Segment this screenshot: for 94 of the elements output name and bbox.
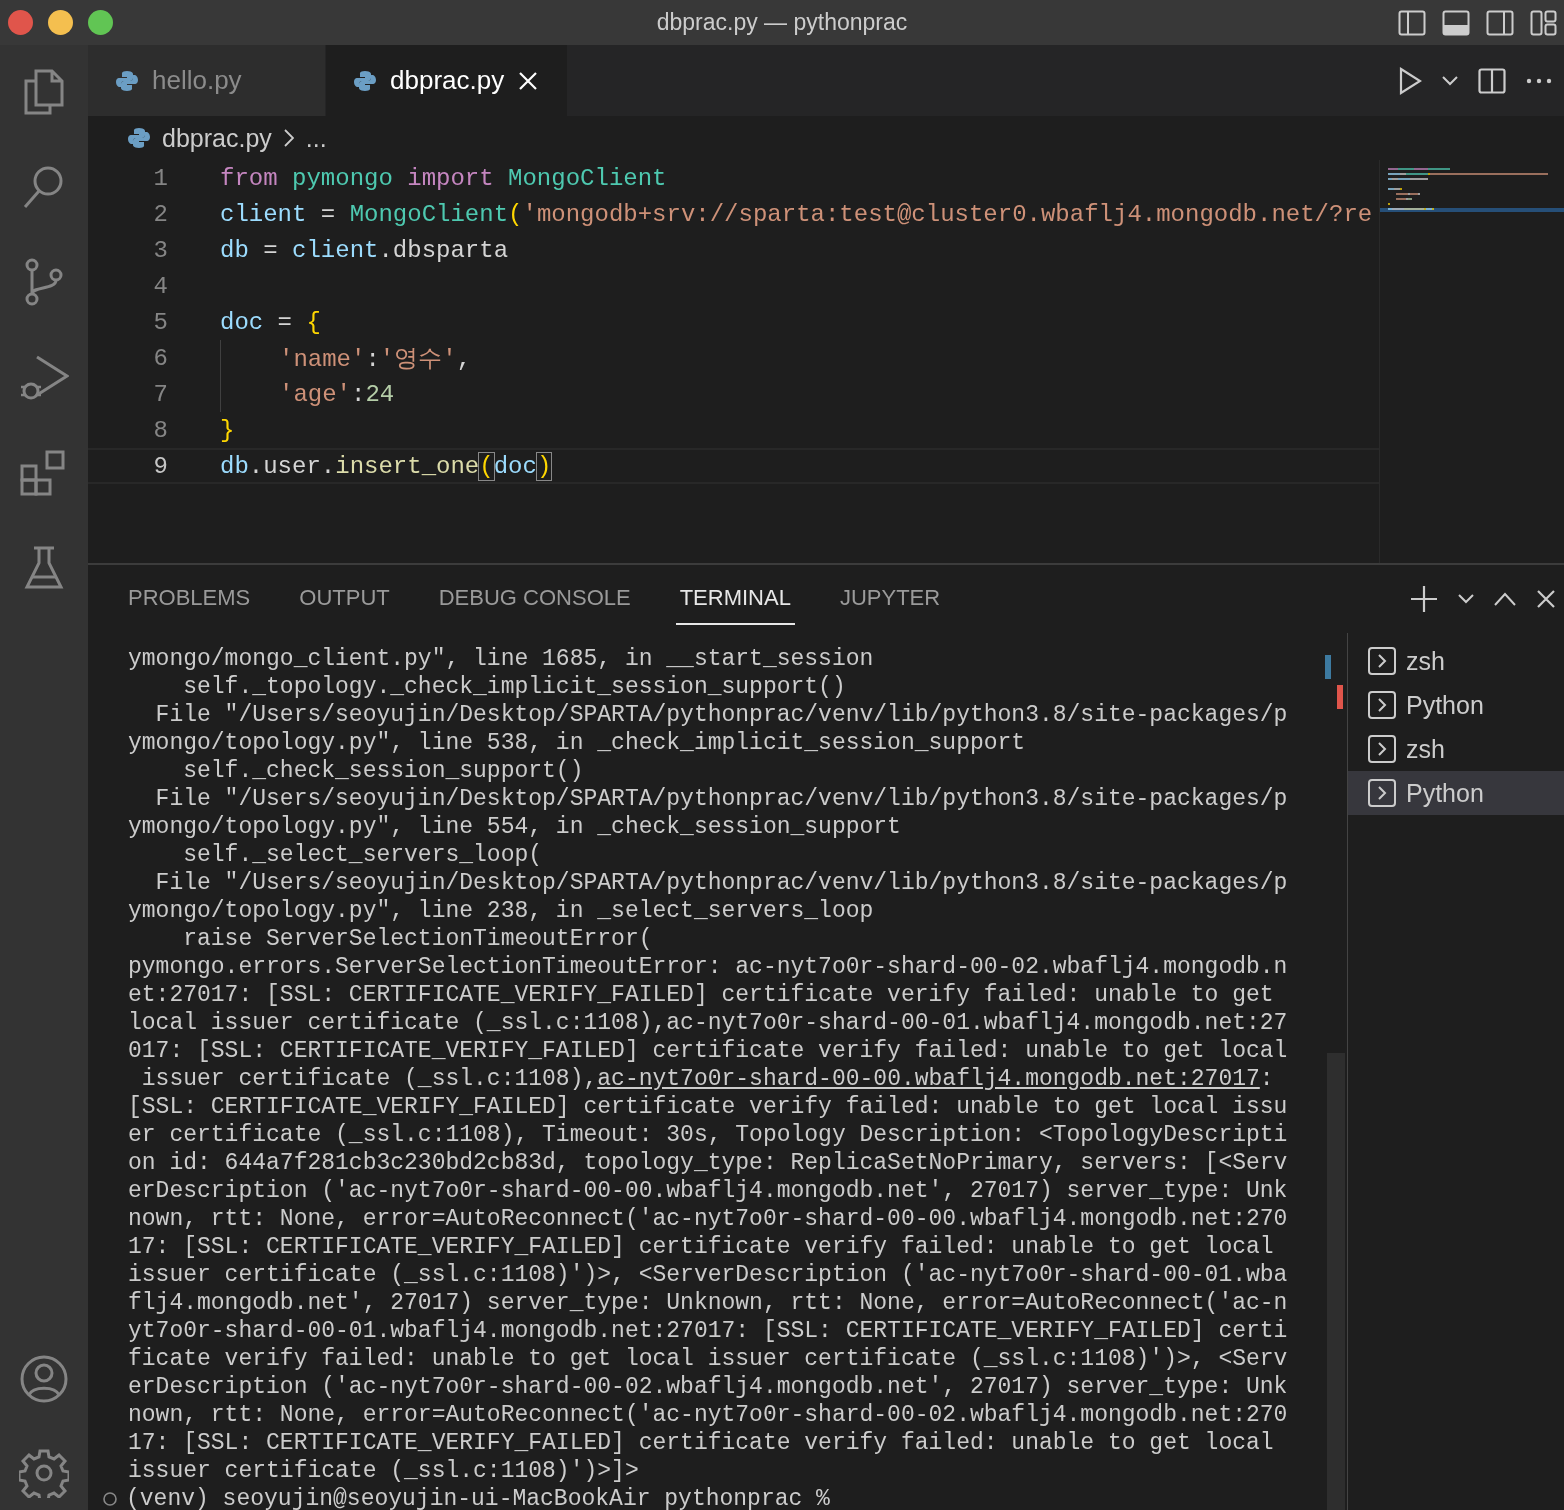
code-line: db = client.dbsparta [220,236,509,264]
secondary-sidebar-layout-icon[interactable] [1486,9,1514,36]
terminal-text: ymongo/topology.py", line 538, in _check_implicit_session_support [128,730,1026,756]
line-number: 7 [152,380,168,408]
close-window-icon[interactable] [8,10,33,35]
terminal-text: yt7o0r-shard-00-01.wbaflj4.mongodb.net:27017: [SSL: CERTIFICATE_VERIFY_FAILED] certi [128,1318,1288,1344]
flask-icon[interactable] [24,545,64,591]
panel-layout-icon[interactable] [1442,9,1470,36]
python-file-icon [116,69,138,92]
code-line: 'age':24 [279,380,395,408]
terminal-icon [1368,691,1396,719]
split-editor-icon[interactable] [1478,67,1506,94]
window-title: dbprac.py — pythonprac [656,9,908,36]
terminal-text: ymongo/mongo_client.py", line 1685, in __start_session [128,646,874,672]
terminal-text: pymongo.errors.ServerSelectionTimeoutError: ac-nyt7o0r-shard-00-02.wbaflj4.mongodb.n [128,954,1288,980]
terminal-icon [1368,779,1396,807]
terminal-link[interactable]: ac-nyt7o0r-shard-00-00.wbaflj4.mongodb.net:27017 [597,1066,1260,1092]
terminal-text: issuer certificate (_ssl.c:1108)')>]> [128,1458,639,1484]
terminal-text: et:27017: [SSL: CERTIFICATE_VERIFY_FAILED] certificate verify failed: unable to get [128,982,1274,1008]
python-file-icon [354,69,376,92]
chevron-down-icon[interactable] [1442,75,1458,86]
files-icon[interactable] [22,67,66,117]
terminal-text: [SSL: CERTIFICATE_VERIFY_FAILED] certificate verify failed: unable to get local issu [128,1094,1288,1120]
terminal-text: local issuer certificate (_ssl.c:1108),ac-nyt7o0r-shard-00-01.wbaflj4.mongodb.net:27 [128,1010,1288,1036]
terminal-text: flj4.mongodb.net', 27017) server_type: Unknown, rtt: None, error=AutoReconnect('ac-n [128,1290,1288,1316]
terminal-text: er certificate (_ssl.c:1108), Timeout: 30s, Topology Description: <TopologyDescripti [128,1122,1288,1148]
minimize-window-icon[interactable] [48,10,73,35]
close-icon[interactable] [1536,589,1556,609]
breadcrumb-item[interactable]: dbprac.py [162,123,272,153]
scrollbar-marker [1325,655,1331,679]
editor-tab[interactable]: dbprac.py [326,45,568,116]
panel-tab[interactable]: TERMINAL [675,573,795,625]
terminal-text: ymongo/topology.py", line 554, in _check_session_support [128,814,901,840]
scrollbar-marker [1337,685,1343,709]
code-line: 'name':'영수', [279,345,472,374]
editor-tab[interactable]: hello.py [88,45,326,116]
code-line: client = MongoClient('mongodb+srv://sparta:test@cluster0.wbaflj4.mongodb.net/?re [220,200,1373,228]
run-icon[interactable] [1398,66,1422,95]
line-number: 1 [152,164,168,192]
more-icon[interactable] [1526,77,1552,84]
line-number: 8 [152,416,168,444]
terminal-icon [1368,735,1396,763]
line-number: 2 [152,200,168,228]
terminal-text: File "/Users/seoyujin/Desktop/SPARTA/pythonprac/venv/lib/python3.8/site-packages/p [154,786,1288,812]
terminal-text: 017: [SSL: CERTIFICATE_VERIFY_FAILED] certificate verify failed: unable to get local [128,1038,1288,1064]
line-number: 3 [152,236,168,264]
settings-icon[interactable] [19,1448,69,1498]
panel-tab[interactable]: PROBLEMS [128,573,275,625]
code-line: from pymongo import MongoClient [220,164,667,192]
terminal-prompt: (venv) seoyujin@seoyujin-ui-MacBookAir pythonprac % [126,1485,830,1510]
line-number: 4 [152,272,168,300]
terminal-text: erDescription ('ac-nyt7o0r-shard-00-00.wbaflj4.mongodb.net', 27017) server_type: Unk [128,1178,1288,1204]
terminal-text: erDescription ('ac-nyt7o0r-shard-00-02.wbaflj4.mongodb.net', 27017) server_type: Unk [128,1374,1288,1400]
panel-tab[interactable]: JUPYTER [839,573,965,625]
line-number: 5 [152,308,168,336]
plus-icon[interactable] [1410,585,1438,613]
terminal-text: File "/Users/seoyujin/Desktop/SPARTA/pythonprac/venv/lib/python3.8/site-packages/p [154,870,1288,896]
code-line: db.user.insert_one(doc) [220,452,552,480]
terminal-text: File "/Users/seoyujin/Desktop/SPARTA/pythonprac/venv/lib/python3.8/site-packages/p [154,702,1288,728]
terminal-text: : [1259,1066,1274,1092]
code-line: } [220,416,235,444]
panel-tab[interactable]: DEBUG CONSOLE [438,573,655,625]
zoom-window-icon[interactable] [88,10,113,35]
sidebar-layout-icon[interactable] [1398,9,1426,36]
terminal-text: nown, rtt: None, error=AutoReconnect('ac-nyt7o0r-shard-00-00.wbaflj4.mongodb.net:270 [128,1206,1288,1232]
terminal-text: self._select_servers_loop( [182,842,543,868]
terminal-list-item[interactable]: zsh [1348,639,1564,683]
prompt-circle-icon [102,1491,118,1507]
breadcrumb-item[interactable]: ... [305,123,327,153]
terminal-text: nown, rtt: None, error=AutoReconnect('ac-nyt7o0r-shard-00-02.wbaflj4.mongodb.net:270 [128,1402,1288,1428]
terminal-text: self._check_session_support() [182,758,584,784]
chevron-down-icon[interactable] [1458,594,1474,604]
terminal-list-item[interactable]: Python [1348,683,1564,727]
terminal-list-item[interactable]: Python [1348,771,1564,815]
chevron-right-icon [283,129,294,147]
terminal-text: on id: 644a7f281cb3c230bd2cb83d, topology_type: ReplicaSetNoPrimary, servers: [<Serv [128,1150,1288,1176]
terminal-text: ficate verify failed: unable to get local issuer certificate (_ssl.c:1108)')>, <Serv [128,1346,1288,1372]
terminal-text: issuer certificate (_ssl.c:1108)')>, <ServerDescription ('ac-nyt7o0r-shard-00-01.wba [128,1262,1288,1288]
terminal-text: ymongo/topology.py", line 238, in _select_servers_loop [128,898,874,924]
python-file-icon [128,127,150,149]
code-line: doc = { [220,308,321,336]
terminal-text: issuer certificate (_ssl.c:1108), [140,1066,598,1092]
chevron-up-icon[interactable] [1494,592,1516,606]
line-number: 6 [152,344,168,372]
terminal-text: self._topology._check_implicit_session_support() [182,674,846,700]
account-icon[interactable] [19,1354,69,1404]
terminal-list-item[interactable]: zsh [1348,727,1564,771]
line-number: 9 [152,452,168,480]
terminal-icon [1368,647,1396,675]
terminal-text: 17: [SSL: CERTIFICATE_VERIFY_FAILED] certificate verify failed: unable to get local [128,1430,1274,1456]
panel-tab[interactable]: OUTPUT [299,573,414,625]
terminal-text: 17: [SSL: CERTIFICATE_VERIFY_FAILED] certificate verify failed: unable to get local [128,1234,1274,1260]
terminal-text: raise ServerSelectionTimeoutError( [182,926,653,952]
customize-layout-icon[interactable] [1530,9,1558,36]
